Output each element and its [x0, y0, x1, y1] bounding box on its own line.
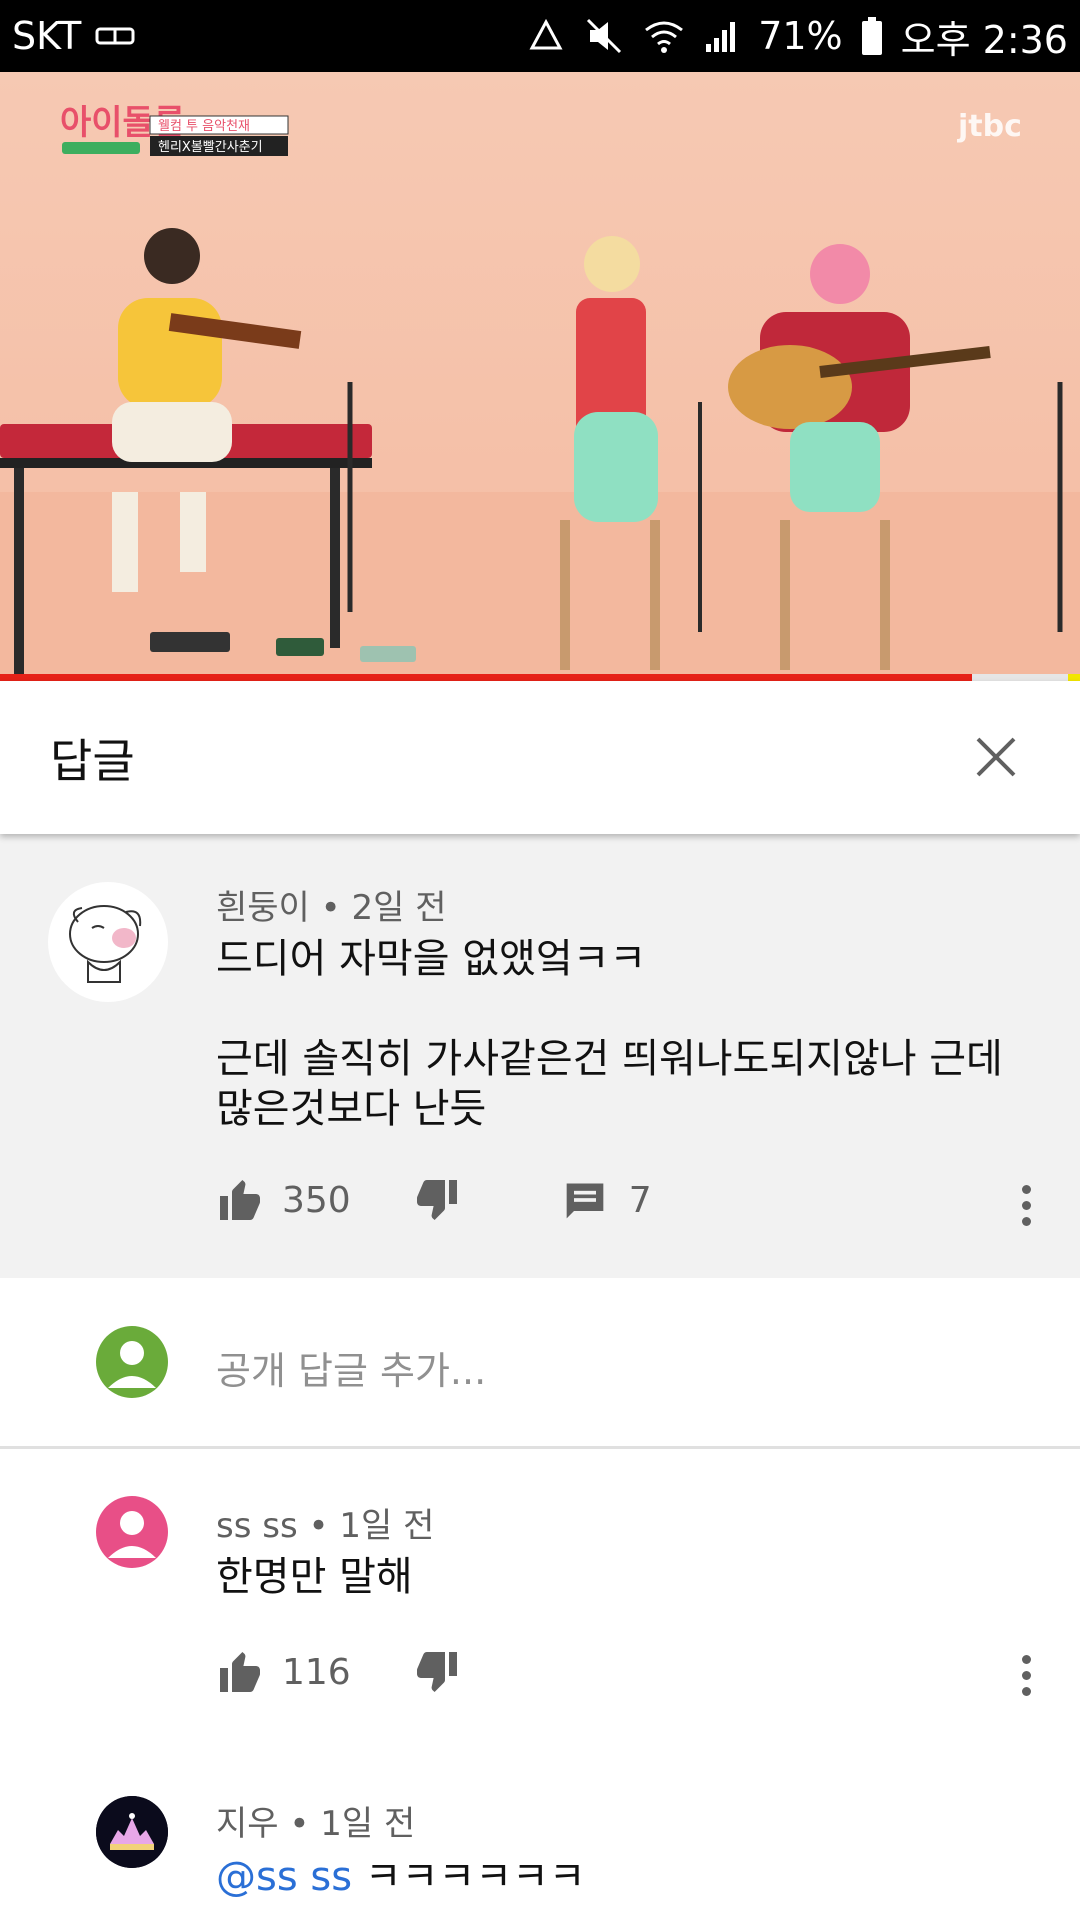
comment-icon [566, 1183, 604, 1219]
dislike-button[interactable] [413, 1176, 461, 1224]
svg-text:헨리X볼빨간사춘기: 헨리X볼빨간사춘기 [158, 140, 263, 155]
show-logo: 아이돌룸 웰컴 투 음악천재 헨리X볼빨간사춘기 [60, 103, 289, 156]
night-palace-avatar-icon [96, 1796, 168, 1868]
reply-avatar[interactable] [96, 1796, 168, 1868]
reply-author[interactable]: 지우 [216, 1804, 279, 1844]
like-button[interactable] [216, 1176, 264, 1224]
reply-avatar[interactable] [96, 1496, 168, 1568]
person-icon [108, 1341, 156, 1388]
reply-actions: 116 [216, 1648, 461, 1696]
mute-icon [584, 16, 624, 56]
like-count: 116 [282, 1651, 351, 1693]
status-bar: SKT 71% 오후 2:36 [0, 0, 1080, 72]
close-icon [976, 737, 1016, 777]
reply-more-button[interactable] [1006, 1640, 1046, 1710]
puppy-avatar-icon [69, 905, 142, 983]
replies-header: 답글 [0, 681, 1080, 834]
wifi-icon [642, 16, 686, 56]
reply-meta: ss ss • 1일 전 [216, 1498, 434, 1547]
reply-text: 한명만 말해 [216, 1554, 413, 1600]
battery-percent: 71% [758, 14, 843, 58]
video-progress-fill [0, 674, 972, 681]
reply-meta: 지우 • 1일 전 [216, 1796, 415, 1845]
reply-count-button[interactable] [563, 1178, 607, 1222]
parent-comment: 흰둥이 • 2일 전 드디어 자막을 없앴엌ㅋㅋ 근데 솔직히 가사같은건 띄워… [0, 834, 1080, 1278]
close-button[interactable] [952, 713, 1040, 801]
meta-separator: • [289, 1804, 310, 1844]
like-button[interactable] [216, 1648, 264, 1696]
reply-count: 7 [628, 1179, 652, 1221]
clock: 오후 2:36 [900, 17, 1068, 62]
parent-comment-meta: 흰둥이 • 2일 전 [216, 880, 447, 929]
video-buffer-marker [1068, 674, 1080, 681]
voicemail-icon [95, 26, 135, 46]
like-count: 350 [282, 1179, 351, 1221]
thumb-down-icon [416, 1652, 457, 1692]
reply-text-row: @ss ss ㅋㅋㅋㅋㅋㅋ [216, 1852, 586, 1902]
carrier-label: SKT [12, 14, 82, 58]
add-reply-input[interactable]: 공개 답글 추가... [216, 1340, 486, 1395]
recycle-icon [526, 16, 566, 56]
svg-text:웰컴 투 음악천재: 웰컴 투 음악천재 [158, 119, 250, 134]
my-avatar [96, 1326, 168, 1398]
reply-mention-link[interactable]: @ss ss [216, 1854, 352, 1900]
battery-icon [861, 16, 883, 56]
reply-author[interactable]: ss ss [216, 1506, 298, 1546]
add-reply-row: 공개 답글 추가... [0, 1278, 1080, 1448]
person-icon [108, 1511, 156, 1558]
reply-time: 1일 전 [339, 1506, 435, 1546]
thumb-up-icon [220, 1180, 260, 1220]
dislike-button[interactable] [413, 1648, 461, 1696]
parent-comment-text-line3: 많은것보다 난듯 [216, 1086, 487, 1132]
video-frame: 아이돌룸 웰컴 투 음악천재 헨리X볼빨간사춘기 jtbc [0, 103, 1080, 678]
meta-separator: • [308, 1506, 329, 1546]
thumb-down-icon [416, 1180, 457, 1220]
video-progress-bar[interactable] [0, 674, 1080, 681]
parent-comment-more-button[interactable] [1006, 1170, 1046, 1240]
parent-comment-time: 2일 전 [351, 888, 447, 928]
meta-separator: • [320, 888, 341, 928]
channel-logo: jtbc [957, 109, 1022, 144]
parent-comment-text-line1: 드디어 자막을 없앴엌ㅋㅋ [216, 936, 647, 982]
replies-title: 답글 [50, 734, 135, 788]
parent-comment-avatar[interactable] [48, 882, 168, 1002]
parent-comment-actions: 350 7 [216, 1176, 652, 1224]
thumb-up-icon [220, 1652, 260, 1692]
reply-text: ㅋㅋㅋㅋㅋㅋ [364, 1854, 586, 1900]
parent-comment-author[interactable]: 흰둥이 [216, 888, 310, 928]
video-player[interactable]: 아이돌룸 웰컴 투 음악천재 헨리X볼빨간사춘기 jtbc [0, 72, 1080, 678]
signal-icon [704, 18, 740, 54]
reply-time: 1일 전 [320, 1804, 416, 1844]
parent-comment-text-line2: 근데 솔직히 가사같은건 띄워나도되지않나 근데 [216, 1036, 1003, 1082]
divider [0, 1446, 1080, 1449]
